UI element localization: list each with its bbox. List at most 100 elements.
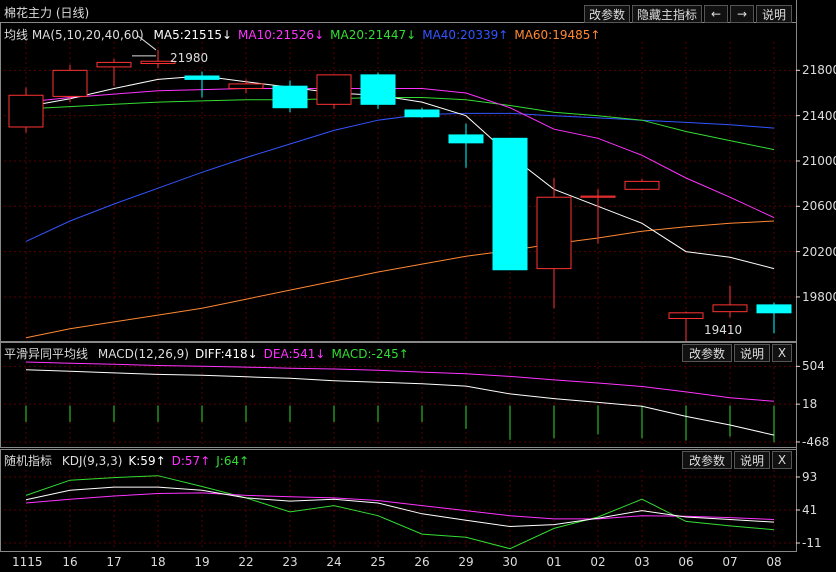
date-tick-label: 06 (678, 555, 694, 569)
kdj-legend-item-0: KDJ(9,3,3) (61, 454, 123, 468)
macd-series (25, 361, 775, 443)
candle-body (228, 83, 264, 89)
kdj-legend-item-3: J:64↑ (216, 454, 250, 468)
panel-frames (0, 0, 800, 552)
price-tick-label: 20200 (802, 244, 836, 259)
date-tick-label: 26 (414, 555, 430, 569)
candle-body (360, 74, 396, 105)
kdj-series (25, 475, 775, 550)
ma-legend-item-0: MA5:21515↓ (153, 28, 233, 42)
date-tick-label: 25 (370, 555, 386, 569)
kdj-tick-label: 93 (802, 469, 818, 484)
kdj-btn-1[interactable]: 说明 (734, 451, 770, 469)
date-tick-label: 30 (502, 555, 518, 569)
date-tick-label: 24 (326, 555, 342, 569)
candle-08 (756, 302, 792, 334)
date-tick-label: 29 (458, 555, 474, 569)
macd-diff-line (25, 369, 775, 436)
macd-tick-label: -468 (802, 434, 830, 449)
candle-body (448, 134, 484, 144)
top-btn-next[interactable]: → (730, 5, 754, 23)
candle-19 (184, 71, 220, 98)
top-btn-1[interactable]: 隐藏主指标 (632, 5, 702, 23)
candle-body (272, 85, 308, 109)
candle-1115 (8, 87, 44, 133)
macd-title: 平滑异同平均线 (4, 347, 89, 361)
chart-canvas (0, 0, 800, 552)
candle-body (536, 196, 572, 270)
ma-legend-item-4: MA60:19485↑ (514, 28, 601, 42)
top-btn-0[interactable]: 改参数 (584, 5, 630, 23)
date-tick-label: 19 (194, 555, 210, 569)
macd-legend-item-2: DEA:541↓ (263, 347, 326, 361)
macd-legend-item-0: MACD(12,26,9) (97, 347, 189, 361)
date-tick-label: 17 (106, 555, 122, 569)
candle-body (8, 94, 44, 128)
candle-body (756, 304, 792, 314)
candle-body (668, 312, 704, 319)
price-tick-label: 19800 (802, 289, 836, 304)
ma40-line (25, 112, 775, 242)
candle-01 (536, 177, 572, 309)
kdj-tick-label: 41 (802, 503, 818, 517)
candle-22 (228, 79, 264, 93)
macd-btn-1[interactable]: 说明 (734, 344, 770, 362)
date-tick-label: 1115 (12, 555, 43, 569)
candle-body (52, 69, 88, 97)
ma-legend: 均线 MA(5,10,20,40,60) MA5:21515↓ MA10:2152… (4, 26, 600, 43)
candle-02 (580, 189, 616, 244)
date-tick-label: 02 (590, 555, 606, 569)
macd-legend: 平滑异同平均线 MACD(12,26,9) DIFF:418↓ DEA:541↓ MA… (4, 345, 409, 362)
date-tick-label: 16 (62, 555, 78, 569)
price-tick-label: 20600 (802, 199, 836, 214)
date-tick-label: 03 (634, 555, 650, 569)
date-tick-label: 22 (238, 555, 254, 569)
ma-legend-item-2: MA20:21447↓ (330, 28, 417, 42)
macd-legend-item-1: DIFF:418↓ (194, 347, 258, 361)
candle-body (492, 137, 528, 271)
kdj-btn-0[interactable]: 改参数 (682, 451, 732, 469)
ma20-line (25, 97, 775, 151)
candle-07 (712, 285, 748, 318)
ma5-line (25, 75, 775, 270)
macd-dea-line (25, 361, 775, 402)
candle-body (316, 74, 352, 105)
price-tick-label: 21800 (802, 63, 836, 78)
date-tick-label: 08 (766, 555, 782, 569)
chart-title: 棉花主力 (日线) (4, 6, 90, 20)
candle-body (184, 75, 220, 80)
candle-06 (668, 311, 704, 342)
candle-24 (316, 74, 352, 109)
high-price-label: 21980 (170, 51, 209, 65)
candle-26 (404, 107, 440, 118)
ma-legend-prefix: 均线 MA(5,10,20,40,60) (4, 28, 144, 42)
kdj-btn-close[interactable]: X (772, 451, 792, 469)
macd-legend-item-3: MACD:-245↑ (331, 347, 409, 361)
kdj-d-line (25, 492, 775, 520)
candle-body (580, 195, 616, 198)
macd-tick-label: 18 (802, 397, 818, 412)
kdj-legend-item-2: D:57↑ (171, 454, 211, 468)
date-tick-label: 07 (722, 555, 738, 569)
candle-03 (624, 179, 660, 191)
low-price-label: 19410 (704, 323, 743, 337)
macd-btn-close[interactable]: X (772, 344, 792, 362)
macd-btn-0[interactable]: 改参数 (682, 344, 732, 362)
ma-legend-item-3: MA40:20339↑ (422, 28, 509, 42)
chart-grid (4, 42, 796, 550)
candle-17 (96, 58, 132, 87)
top-btn-4[interactable]: 说明 (756, 5, 792, 23)
date-tick-label: 18 (150, 555, 166, 569)
candlestick-series (8, 35, 792, 342)
kdj-k-line (25, 486, 775, 528)
macd-tick-label: 504 (802, 359, 825, 374)
kdj-title: 随机指标 (4, 454, 53, 468)
date-tick-label: 01 (546, 555, 562, 569)
candle-body (624, 180, 660, 190)
candle-body (96, 61, 132, 68)
top-btn-prev[interactable]: ← (704, 5, 728, 23)
date-tick-label: 23 (282, 555, 298, 569)
kdj-tick-label: -11 (802, 536, 822, 551)
candle-30 (492, 137, 528, 271)
kdj-legend-item-1: K:59↑ (128, 454, 166, 468)
